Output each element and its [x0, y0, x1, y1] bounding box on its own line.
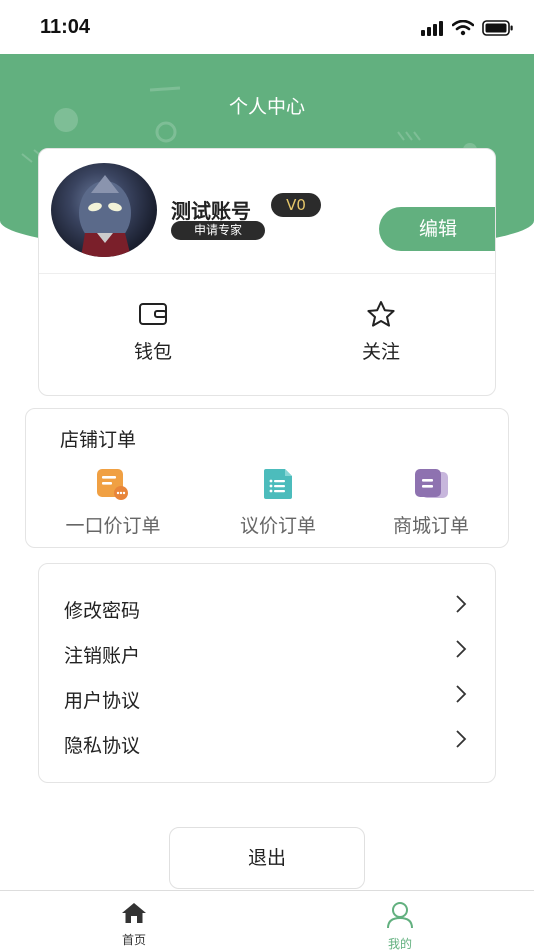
status-bar: 11:04 [0, 0, 534, 54]
change-password-label: 修改密码 [64, 600, 141, 622]
negotiation-order-button[interactable]: 议价订单 [203, 467, 353, 538]
avatar-image [79, 175, 131, 257]
level-badge: V0 [271, 193, 321, 217]
wallet-label: 钱包 [133, 341, 172, 363]
status-time: 11:04 [40, 16, 91, 38]
home-icon [122, 903, 146, 923]
shop-orders-card: 店铺订单 一口价订单 议价订单 商城订单 [25, 408, 509, 548]
profile-card: 测试账号 V0 申请专家 编辑 钱包 关注 [38, 148, 496, 396]
apply-expert-tag[interactable]: 申请专家 [171, 221, 265, 240]
chevron-right-icon [456, 595, 467, 613]
divider [39, 273, 495, 274]
mall-order-icon [415, 469, 448, 498]
wifi-icon [452, 20, 474, 36]
chevron-right-icon [456, 685, 467, 703]
chevron-right-icon [456, 640, 467, 658]
wallet-button[interactable]: 钱包 [93, 299, 213, 364]
settings-card: 修改密码 注销账户 用户协议 隐私协议 [38, 563, 496, 783]
logout-button[interactable]: 退出 [169, 827, 365, 889]
tab-home-label: 首页 [121, 933, 146, 947]
tab-mine-label: 我的 [387, 937, 412, 950]
edit-profile-button[interactable]: 编辑 [379, 207, 495, 251]
avatar[interactable] [51, 163, 157, 257]
fixed-price-order-button[interactable]: 一口价订单 [38, 467, 188, 538]
negotiation-order-icon [264, 469, 292, 499]
follow-button[interactable]: 关注 [321, 299, 441, 364]
wallet-icon [139, 303, 167, 325]
mall-order-button[interactable]: 商城订单 [356, 467, 506, 538]
tab-mine[interactable]: 我的 [360, 901, 440, 950]
status-icons [420, 18, 514, 38]
battery-icon [482, 20, 513, 36]
star-icon [367, 301, 395, 327]
user-icon [387, 902, 413, 929]
page-title: 个人中心 [228, 96, 305, 118]
negotiation-order-label: 议价订单 [239, 515, 316, 537]
tab-bar: 首页 我的 [0, 890, 534, 950]
shop-orders-title: 店铺订单 [60, 429, 137, 451]
list-item-change-password[interactable]: 修改密码 [39, 586, 495, 626]
follow-label: 关注 [361, 341, 400, 363]
list-item-user-agreement[interactable]: 用户协议 [39, 676, 495, 716]
fixed-price-order-icon [97, 469, 128, 500]
tab-home[interactable]: 首页 [94, 901, 174, 948]
fixed-price-order-label: 一口价订单 [65, 515, 161, 537]
mall-order-label: 商城订单 [392, 515, 469, 537]
username: 测试账号 [171, 199, 251, 223]
chevron-right-icon [456, 730, 467, 748]
cancel-account-label: 注销账户 [64, 645, 141, 667]
list-item-cancel-account[interactable]: 注销账户 [39, 631, 495, 671]
list-item-privacy-agreement[interactable]: 隐私协议 [39, 721, 495, 761]
user-agreement-label: 用户协议 [64, 690, 141, 712]
privacy-agreement-label: 隐私协议 [64, 735, 141, 757]
cellular-signal-icon [421, 21, 443, 36]
